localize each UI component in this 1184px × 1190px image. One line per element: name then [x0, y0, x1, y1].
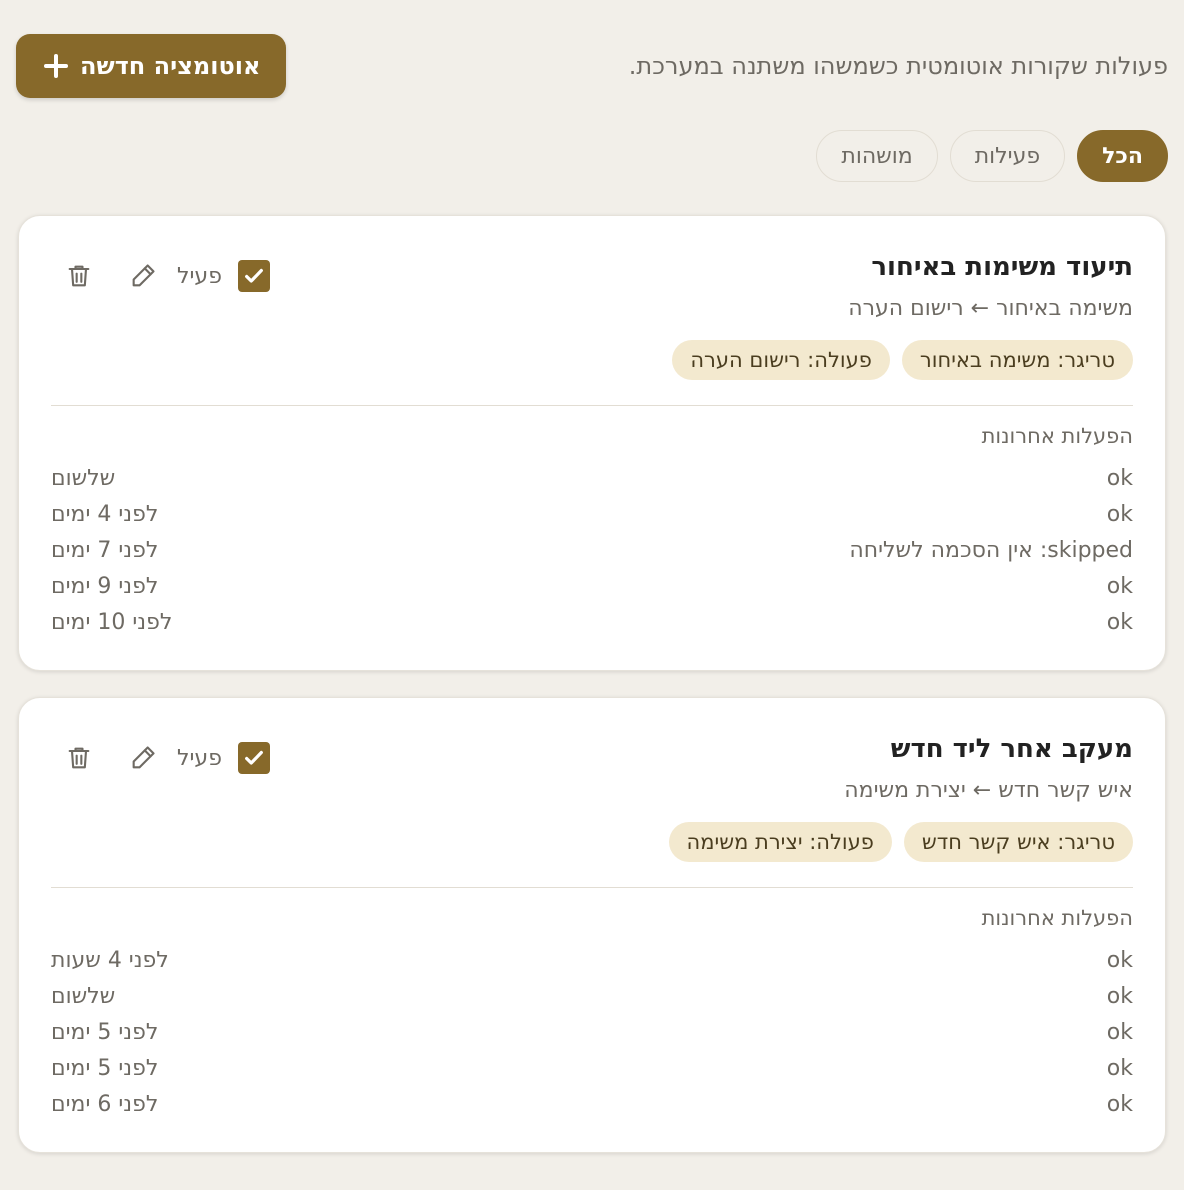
- run-status: ok: [1106, 1055, 1133, 1081]
- run-row: ok לפני 4 שעות: [51, 942, 1133, 978]
- chips: טריגר: משימה באיחור פעולה: רישום הערה: [672, 340, 1133, 380]
- tab-paused[interactable]: מושהות: [816, 130, 938, 182]
- automation-description: משימה באיחור ← רישום הערה: [848, 296, 1133, 321]
- trigger-chip: טריגר: איש קשר חדש: [903, 822, 1133, 862]
- new-automation-button[interactable]: אוטומציה חדשה: [16, 34, 287, 98]
- run-row: ok לפני 4 ימים: [51, 496, 1133, 532]
- run-status: ok: [1106, 1091, 1133, 1117]
- run-time: שלשום: [51, 983, 116, 1009]
- card-controls: פעיל: [65, 260, 270, 292]
- automation-card: מעקב אחר ליד חדש פעיל איש קשר חדש ← יציר…: [18, 697, 1166, 1153]
- run-time: לפני 4 ימים: [51, 501, 159, 527]
- trash-icon[interactable]: [65, 744, 93, 772]
- run-row: ok לפני 5 ימים: [51, 1050, 1133, 1086]
- divider: [51, 405, 1133, 406]
- run-time: לפני 4 שעות: [51, 947, 169, 973]
- run-row: ok לפני 5 ימים: [51, 1014, 1133, 1050]
- plus-icon: [44, 54, 68, 78]
- run-status: skipped: אין הסכמה לשליחה: [849, 537, 1133, 563]
- run-time: לפני 10 ימים: [51, 609, 173, 635]
- card-controls: פעיל: [65, 742, 270, 774]
- divider: [51, 887, 1133, 888]
- action-chip: פעולה: רישום הערה: [672, 340, 890, 380]
- active-label: פעיל: [177, 263, 222, 289]
- tab-all[interactable]: הכל: [1077, 130, 1168, 182]
- trigger-chip: טריגר: משימה באיחור: [901, 340, 1133, 380]
- run-row: skipped: אין הסכמה לשליחה לפני 7 ימים: [51, 532, 1133, 568]
- page-subtitle: פעולות שקורות אוטומטית כשמשהו משתנה במער…: [628, 52, 1168, 80]
- active-checkbox[interactable]: [237, 742, 270, 774]
- run-row: ok שלשום: [51, 460, 1133, 496]
- run-status: ok: [1106, 983, 1133, 1009]
- run-status: ok: [1106, 1019, 1133, 1045]
- run-status: ok: [1106, 573, 1133, 599]
- run-row: ok לפני 9 ימים: [51, 568, 1133, 604]
- run-row: ok לפני 6 ימים: [51, 1086, 1133, 1122]
- recent-runs-heading: הפעלות אחרונות: [981, 906, 1133, 930]
- top-bar: פעולות שקורות אוטומטית כשמשהו משתנה במער…: [16, 34, 1168, 98]
- trash-icon[interactable]: [65, 262, 93, 290]
- automations-page: פעולות שקורות אוטומטית כשמשהו משתנה במער…: [0, 0, 1184, 1190]
- filter-tabs: הכל פעילות מושהות: [816, 130, 1168, 182]
- active-label: פעיל: [177, 745, 222, 771]
- automation-description: איש קשר חדש ← יצירת משימה: [844, 778, 1133, 803]
- run-status: ok: [1106, 465, 1133, 491]
- recent-runs-list: ok לפני 4 שעות ok שלשום ok לפני 5 ימים ok לפ…: [51, 942, 1133, 1122]
- active-checkbox[interactable]: [237, 260, 270, 292]
- run-time: לפני 5 ימים: [51, 1055, 159, 1081]
- recent-runs-list: ok שלשום ok לפני 4 ימים skipped: אין הסכמה…: [51, 460, 1133, 640]
- run-time: לפני 6 ימים: [51, 1091, 159, 1117]
- run-time: לפני 9 ימים: [51, 573, 159, 599]
- chips: טריגר: איש קשר חדש פעולה: יצירת משימה: [668, 822, 1133, 862]
- run-time: שלשום: [51, 465, 116, 491]
- action-chip: פעולה: יצירת משימה: [668, 822, 892, 862]
- run-row: ok לפני 10 ימים: [51, 604, 1133, 640]
- checkmark-icon: [245, 750, 263, 765]
- pencil-icon[interactable]: [129, 744, 157, 772]
- run-status: ok: [1106, 501, 1133, 527]
- run-status: ok: [1106, 609, 1133, 635]
- recent-runs-heading: הפעלות אחרונות: [981, 424, 1133, 448]
- run-status: ok: [1106, 947, 1133, 973]
- run-time: לפני 7 ימים: [51, 537, 159, 563]
- automation-title: מעקב אחר ליד חדש: [890, 734, 1133, 764]
- automation-card: תיעוד משימות באיחור פעיל משימה באיחור ← …: [18, 215, 1166, 671]
- tab-active[interactable]: פעילות: [949, 130, 1066, 182]
- automation-title: תיעוד משימות באיחור: [871, 252, 1133, 282]
- new-automation-label: אוטומציה חדשה: [80, 52, 261, 80]
- pencil-icon[interactable]: [129, 262, 157, 290]
- run-time: לפני 5 ימים: [51, 1019, 159, 1045]
- checkmark-icon: [245, 268, 263, 283]
- run-row: ok שלשום: [51, 978, 1133, 1014]
